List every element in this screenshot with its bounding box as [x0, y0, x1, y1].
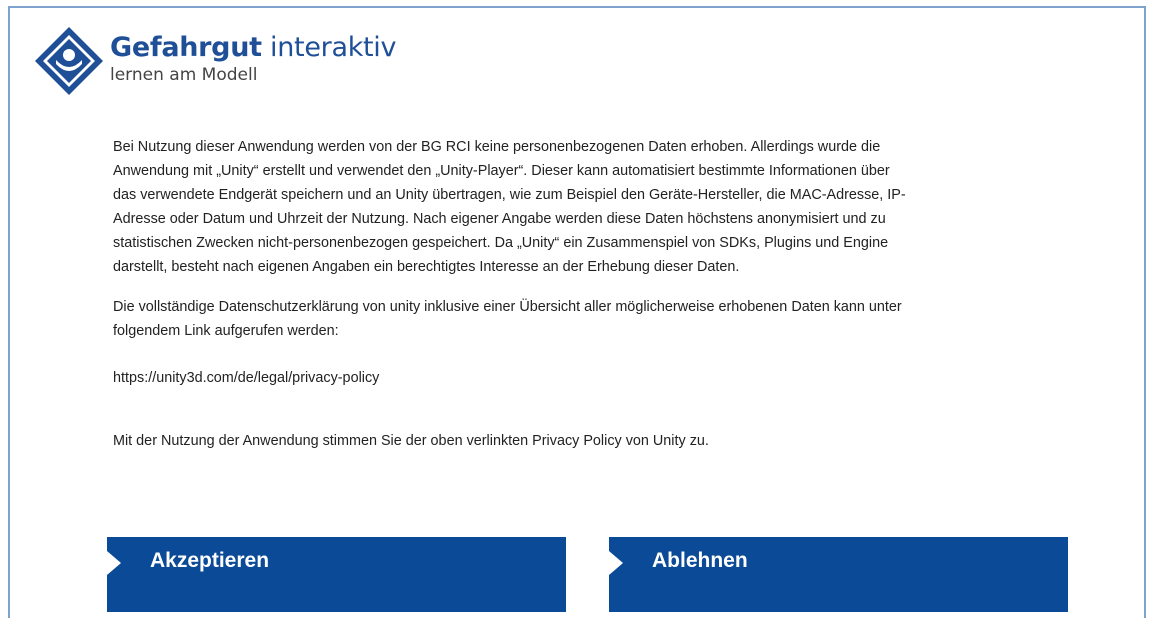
gefahrgut-diamond-logo-icon [35, 27, 103, 95]
logo-subtitle: lernen am Modell [110, 65, 258, 85]
privacy-notice: Bei Nutzung dieser Anwendung werden von … [113, 135, 913, 453]
logo-title-light: interaktiv [270, 32, 397, 63]
accept-button-label: Akzeptieren [150, 549, 270, 572]
accept-button[interactable]: Akzeptieren [107, 537, 566, 612]
chevron-right-icon [609, 551, 623, 575]
privacy-paragraph-2: Die vollständige Datenschutzerklärung vo… [113, 299, 902, 339]
decline-button[interactable]: Ablehnen [609, 537, 1068, 612]
logo-text: Gefahrgut interaktiv lernen am Modell [110, 32, 397, 86]
privacy-paragraph-3: Mit der Nutzung der Anwendung stimmen Si… [113, 433, 709, 449]
logo-title-bold: Gefahrgut [110, 32, 262, 63]
privacy-policy-link[interactable]: https://unity3d.com/de/legal/privacy-pol… [113, 366, 913, 390]
logo-title: Gefahrgut interaktiv [110, 32, 397, 64]
decline-button-label: Ablehnen [652, 549, 748, 572]
privacy-paragraph-1: Bei Nutzung dieser Anwendung werden von … [113, 139, 906, 275]
chevron-right-icon [107, 551, 121, 575]
